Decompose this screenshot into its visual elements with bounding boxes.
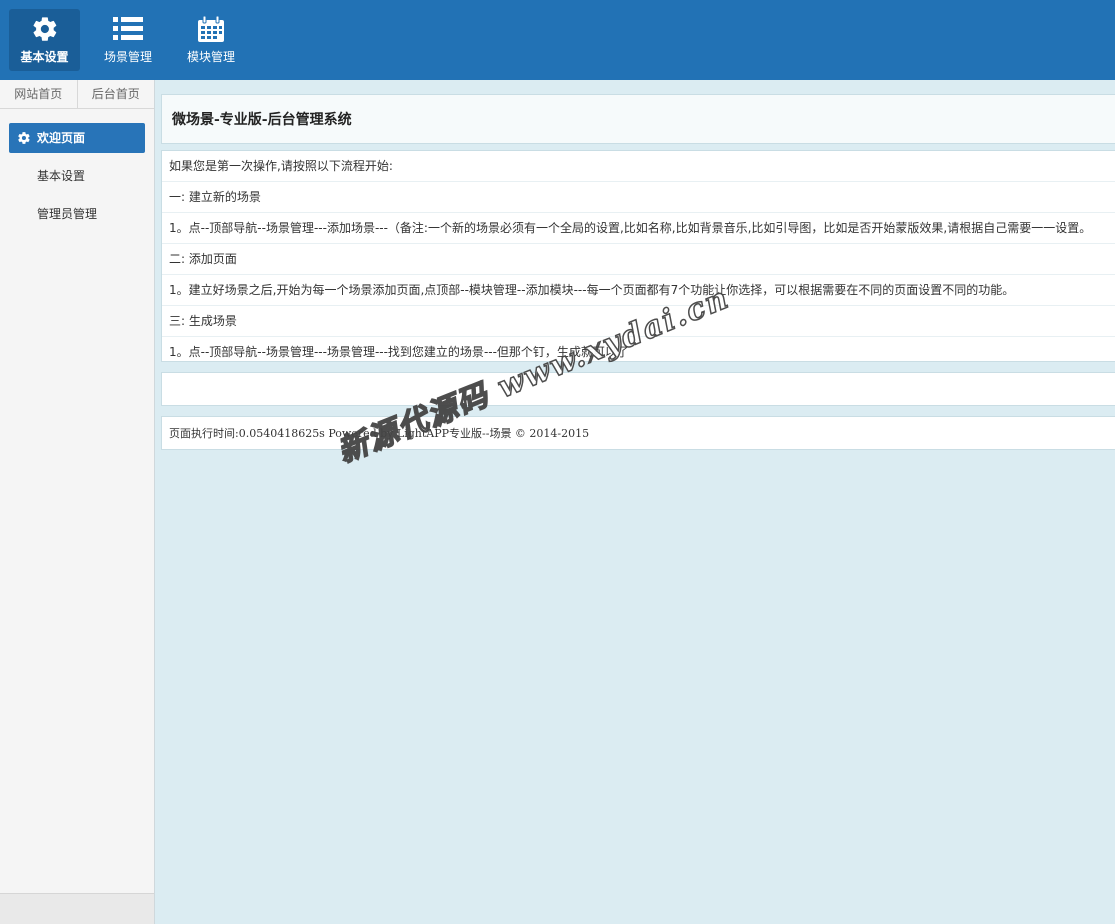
sidebar-item-welcome[interactable]: 欢迎页面 (9, 123, 145, 153)
gear-icon (17, 131, 31, 145)
guide-intro: 如果您是第一次操作,请按照以下流程开始: (162, 151, 1115, 182)
sidebar-menu: 欢迎页面 基本设置 管理员管理 (0, 123, 154, 229)
nav-module-management[interactable]: 模块管理 (176, 9, 246, 71)
sidebar-item-admin-management[interactable]: 管理员管理 (0, 199, 154, 229)
sidebar-footer (0, 893, 154, 924)
sidebar-item-label: 欢迎页面 (37, 131, 86, 145)
sidebar-tabs: 网站首页 后台首页 (0, 80, 154, 109)
footer-panel: 页面执行时间:0.0540418625s Powered by LightAPP… (161, 416, 1115, 450)
nav-scene-management[interactable]: 场景管理 (92, 9, 164, 71)
nav-basic-settings[interactable]: 基本设置 (9, 9, 80, 71)
list-icon (113, 14, 143, 44)
nav-label: 场景管理 (103, 50, 152, 64)
guide-step-text: 1。点--顶部导航--场景管理---添加场景---（备注:一个新的场景必须有一个… (162, 213, 1115, 244)
page-title: 微场景-专业版-后台管理系统 (172, 112, 352, 128)
footer-text: 页面执行时间:0.0540418625s Powered by LightAPP… (169, 427, 590, 440)
top-navigation: 基本设置 场景管理 模块管理 (0, 0, 1115, 80)
gear-icon (31, 14, 59, 44)
sidebar: 网站首页 后台首页 欢迎页面 基本设置 管理员管理 (0, 80, 155, 924)
guide-step-text: 1。建立好场景之后,开始为每一个场景添加页面,点顶部--模块管理--添加模块--… (162, 275, 1115, 306)
guide-step-heading: 二: 添加页面 (162, 244, 1115, 275)
tab-admin-home[interactable]: 后台首页 (76, 80, 155, 108)
title-panel: 微场景-专业版-后台管理系统 (161, 94, 1115, 144)
guide-step-heading: 一: 建立新的场景 (162, 182, 1115, 213)
sidebar-item-basic-settings[interactable]: 基本设置 (0, 161, 154, 191)
tab-site-home[interactable]: 网站首页 (0, 80, 77, 108)
nav-label: 模块管理 (186, 50, 235, 64)
nav-label: 基本设置 (20, 50, 69, 64)
calendar-icon (197, 14, 225, 44)
blank-panel (161, 372, 1115, 406)
